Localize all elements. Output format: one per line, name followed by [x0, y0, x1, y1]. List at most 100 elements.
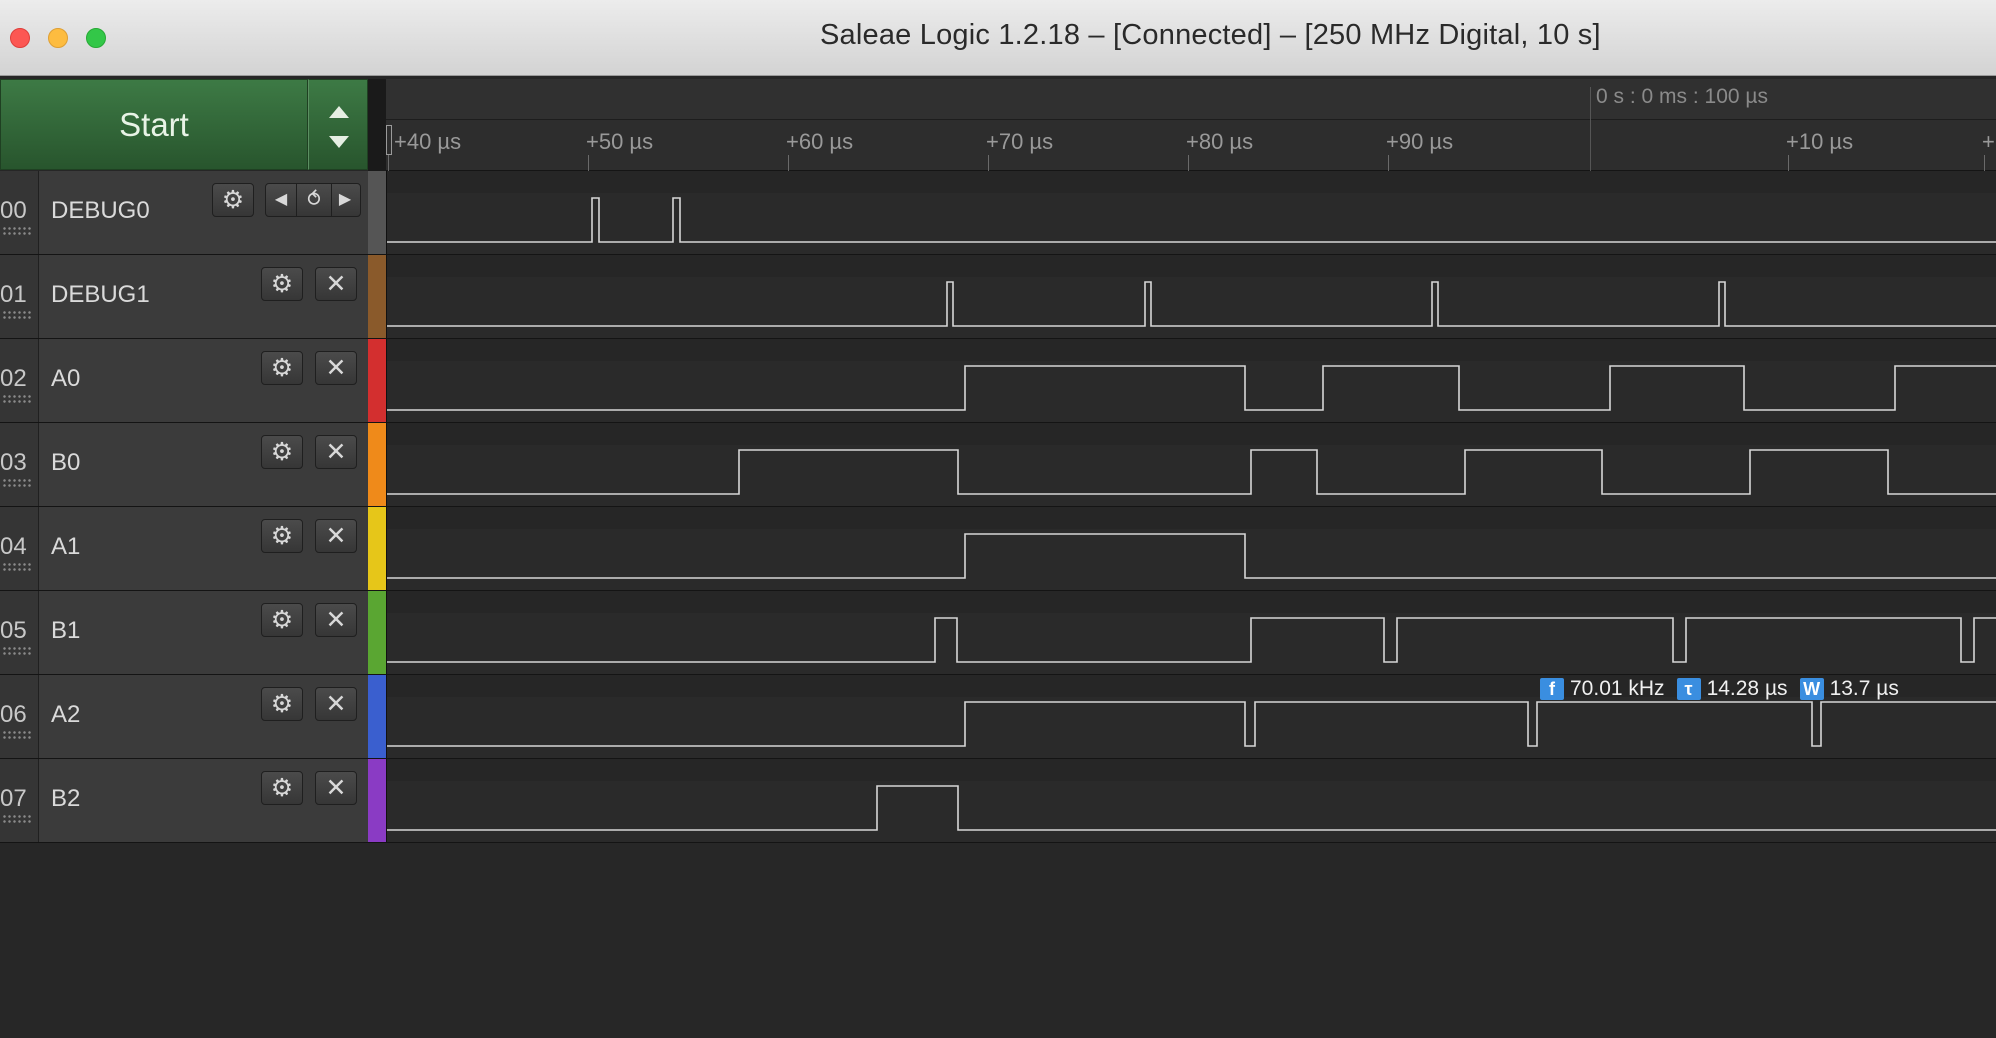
ruler-tick-mark [1984, 155, 1985, 171]
frequency-icon: f [1540, 678, 1564, 701]
next-edge-icon[interactable]: ▶ [330, 184, 360, 216]
channel-waveform[interactable] [386, 171, 1996, 254]
drag-handle-icon[interactable] [2, 478, 32, 488]
channel-label-cell[interactable]: DEBUG0 ⚙ ◀ ⥀ ▶ [39, 171, 368, 254]
ruler-tick-label: +50 µs [586, 129, 654, 154]
width-value: 13.7 µs [1829, 677, 1899, 701]
ruler-corner [368, 79, 386, 171]
channel-label-cell[interactable]: B0 ⚙ ✕ [39, 423, 368, 506]
channel-number-cell[interactable]: 04 [0, 507, 39, 590]
close-icon[interactable]: ✕ [315, 435, 357, 469]
channel-row: 00 DEBUG0 ⚙ ◀ ⥀ ▶ [0, 171, 1996, 255]
period-icon: τ [1676, 678, 1701, 701]
close-icon[interactable]: ✕ [315, 351, 357, 385]
channel-number: 07 [0, 785, 27, 812]
drag-handle-icon[interactable] [2, 226, 32, 236]
ruler-tick-mark [1188, 155, 1189, 171]
gear-icon[interactable]: ⚙ [261, 771, 303, 805]
channel-number-cell[interactable]: 01 [0, 255, 39, 338]
channel-waveform[interactable] [386, 339, 1996, 422]
channel-label-cell[interactable]: A0 ⚙ ✕ [39, 339, 368, 422]
channel-label-cell[interactable]: B2 ⚙ ✕ [39, 759, 368, 842]
channel-label-cell[interactable]: A2 ⚙ ✕ [39, 675, 368, 758]
waveform-trace [387, 197, 1996, 243]
close-icon[interactable]: ✕ [315, 519, 357, 553]
channel-name: B2 [51, 785, 81, 812]
close-icon[interactable]: ✕ [315, 603, 357, 637]
start-options-arrows[interactable] [308, 79, 368, 170]
channel-label-cell[interactable]: A1 ⚙ ✕ [39, 507, 368, 590]
channel-number: 02 [0, 365, 27, 392]
ruler-center-time: 0 s : 0 ms : 100 µs [1596, 85, 1768, 108]
channel-waveform[interactable] [386, 759, 1996, 842]
channel-color-swatch [368, 255, 386, 338]
ruler-tick-label: + [1982, 129, 1995, 154]
ruler-center-line [1590, 87, 1591, 171]
ruler-tick-label: +40 µs [394, 129, 462, 154]
channel-row: 02 A0 ⚙ ✕ [0, 339, 1996, 423]
gear-icon[interactable]: ⚙ [261, 267, 303, 301]
waveform-svg [387, 281, 1996, 327]
channel-number-cell[interactable]: 03 [0, 423, 39, 506]
empty-workspace [0, 843, 1996, 1038]
channel-waveform[interactable] [386, 423, 1996, 506]
channel-row: 05 B1 ⚙ ✕ [0, 591, 1996, 675]
channel-name: A1 [51, 533, 81, 560]
drag-handle-icon[interactable] [2, 394, 32, 404]
channel-number-cell[interactable]: 05 [0, 591, 39, 674]
waveform-svg [387, 197, 1996, 243]
gear-icon[interactable]: ⚙ [261, 687, 303, 721]
channel-number: 03 [0, 449, 27, 476]
close-icon[interactable]: ✕ [315, 267, 357, 301]
channel-number-cell[interactable]: 07 [0, 759, 39, 842]
waveform-svg [387, 365, 1996, 411]
drag-handle-icon[interactable] [2, 814, 32, 824]
channel-number: 05 [0, 617, 27, 644]
trigger-control[interactable]: ◀ ⥀ ▶ [265, 183, 361, 217]
drag-handle-icon[interactable] [2, 646, 32, 656]
gear-icon[interactable]: ⚙ [261, 351, 303, 385]
ruler-start-marker [386, 125, 392, 155]
ruler-tick-label: +80 µs [1186, 129, 1254, 154]
prev-edge-icon[interactable]: ◀ [266, 184, 296, 216]
ruler-tick-mark [1788, 155, 1789, 171]
channel-label-cell[interactable]: B1 ⚙ ✕ [39, 591, 368, 674]
channel-number-cell[interactable]: 02 [0, 339, 39, 422]
close-icon[interactable]: ✕ [315, 771, 357, 805]
close-window-button[interactable] [10, 28, 30, 48]
drag-handle-icon[interactable] [2, 562, 32, 572]
window-title: Saleae Logic 1.2.18 – [Connected] – [250… [820, 19, 1601, 51]
gear-icon[interactable]: ⚙ [261, 435, 303, 469]
ruler-tick-label: +60 µs [786, 129, 854, 154]
channel-number-cell[interactable]: 00 [0, 171, 39, 254]
gear-icon[interactable]: ⚙ [261, 603, 303, 637]
channel-row: 03 B0 ⚙ ✕ [0, 423, 1996, 507]
ruler-tick-label: +70 µs [986, 129, 1054, 154]
minimize-window-button[interactable] [48, 28, 68, 48]
drag-handle-icon[interactable] [2, 310, 32, 320]
trigger-edge-icon[interactable]: ⥀ [296, 184, 332, 216]
ruler-tick-mark [588, 155, 589, 171]
start-button[interactable]: Start [0, 79, 308, 170]
channel-list: 00 DEBUG0 ⚙ ◀ ⥀ ▶ 01 DEBUG1 ⚙ ✕ 02 A0 ⚙ … [0, 171, 1996, 843]
channel-color-swatch [368, 423, 386, 506]
channel-color-swatch [368, 759, 386, 842]
maximize-window-button[interactable] [86, 28, 106, 48]
arrow-down-icon[interactable] [329, 136, 349, 148]
channel-name: A0 [51, 365, 81, 392]
measurement-readout: f 70.01 kHz τ 14.28 µs W 13.7 µs [1540, 677, 1911, 703]
channel-waveform[interactable] [386, 255, 1996, 338]
channel-waveform[interactable] [386, 591, 1996, 674]
channel-waveform[interactable] [386, 507, 1996, 590]
channel-number-cell[interactable]: 06 [0, 675, 39, 758]
close-icon[interactable]: ✕ [315, 687, 357, 721]
channel-color-swatch [368, 591, 386, 674]
waveform-svg [387, 533, 1996, 579]
time-ruler[interactable]: 0 s : 0 ms : 100 µs +40 µs +50 µs +60 µs +7… [386, 79, 1996, 171]
channel-number: 00 [0, 197, 27, 224]
gear-icon[interactable]: ⚙ [212, 183, 254, 217]
arrow-up-icon[interactable] [329, 106, 349, 118]
drag-handle-icon[interactable] [2, 730, 32, 740]
gear-icon[interactable]: ⚙ [261, 519, 303, 553]
channel-label-cell[interactable]: DEBUG1 ⚙ ✕ [39, 255, 368, 338]
